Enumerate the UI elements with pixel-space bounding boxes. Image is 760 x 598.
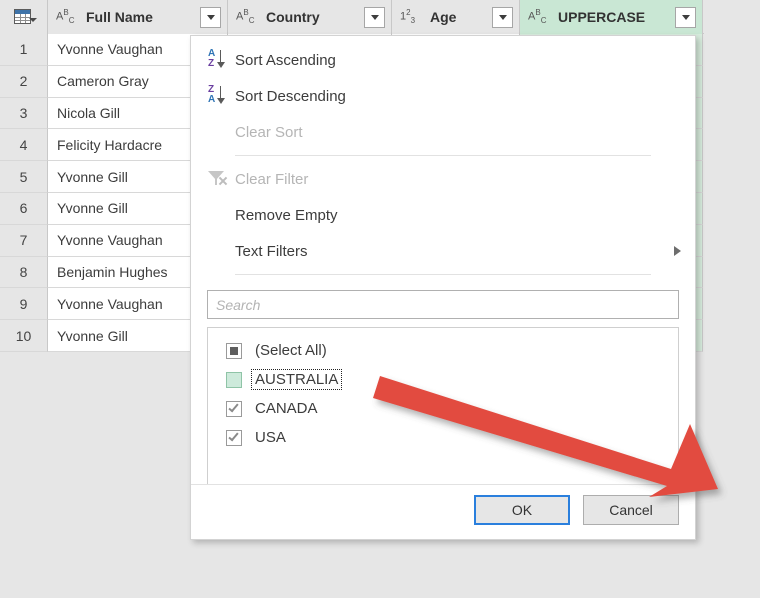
menu-item-clear-filter: Clear Filter [191, 161, 695, 197]
menu-item-label: Clear Filter [235, 170, 309, 188]
value-item-label: USA [255, 429, 286, 446]
checkbox-indeterminate-icon[interactable] [226, 342, 242, 359]
checkbox-unchecked-icon[interactable] [226, 371, 242, 388]
column-header-label: Country [266, 9, 320, 25]
row-number: 8 [0, 256, 48, 289]
clear-filter-icon [201, 168, 235, 190]
row-number: 4 [0, 129, 48, 162]
chevron-right-icon [674, 246, 681, 256]
text-type-icon: ABC [528, 8, 547, 25]
column-header-label: Full Name [86, 9, 153, 25]
menu-item-remove-empty[interactable]: Remove Empty [191, 197, 695, 233]
column-header-full-name[interactable]: ABC Full Name [48, 0, 228, 34]
filter-dropdown-button-uppercase[interactable] [675, 6, 696, 28]
sort-descending-icon: ZA [201, 84, 235, 108]
chevron-down-icon [206, 14, 215, 20]
text-type-icon: ABC [236, 8, 255, 25]
row-number: 5 [0, 161, 48, 193]
app-root: ABC Full Name ABC Country 123 Age ABC UP… [0, 0, 760, 598]
checkbox-checked-icon[interactable] [226, 429, 242, 446]
menu-item-sort-descending[interactable]: ZA Sort Descending [191, 78, 695, 114]
menu-separator [235, 274, 651, 275]
ok-button[interactable]: OK [474, 495, 570, 525]
column-header-uppercase[interactable]: ABC UPPERCASE [520, 0, 703, 34]
chevron-down-icon [681, 14, 690, 20]
dialog-buttons: OK Cancel [474, 495, 679, 525]
value-item-canada[interactable]: CANADA [208, 394, 678, 423]
filter-dropdown-button-country[interactable] [364, 6, 385, 28]
filter-menu: AZ Sort Ascending ZA Sort Descending Cle… [191, 36, 695, 275]
chevron-down-icon [370, 14, 379, 20]
row-number: 9 [0, 288, 48, 321]
search-input[interactable] [207, 290, 679, 319]
row-number: 10 [0, 320, 48, 352]
button-separator [191, 484, 695, 485]
menu-item-label: Remove Empty [235, 206, 338, 224]
menu-item-text-filters[interactable]: Text Filters [191, 233, 695, 269]
text-type-icon: ABC [56, 8, 75, 25]
menu-item-label: Text Filters [235, 242, 308, 260]
row-number: 6 [0, 192, 48, 225]
value-item-select-all[interactable]: (Select All) [208, 336, 678, 365]
column-header-country[interactable]: ABC Country [228, 0, 392, 34]
column-header-age[interactable]: 123 Age [392, 0, 520, 34]
value-item-australia[interactable]: AUSTRALIA [208, 365, 678, 394]
menu-item-label: Sort Descending [235, 87, 346, 105]
value-item-label: (Select All) [255, 342, 327, 359]
table-icon [13, 9, 37, 25]
filter-dropdown-button-age[interactable] [492, 6, 513, 28]
row-number: 1 [0, 34, 48, 66]
value-item-label: AUSTRALIA [250, 369, 343, 390]
search-container [191, 280, 695, 319]
grid-corner-button[interactable] [0, 0, 48, 34]
column-header-label: Age [430, 9, 457, 25]
value-item-label: CANADA [255, 400, 318, 417]
checkbox-checked-icon[interactable] [226, 400, 242, 417]
row-number: 7 [0, 224, 48, 257]
menu-item-clear-sort: Clear Sort [191, 114, 695, 150]
sort-ascending-icon: AZ [201, 48, 235, 72]
value-item-usa[interactable]: USA [208, 423, 678, 452]
filter-dropdown-panel: AZ Sort Ascending ZA Sort Descending Cle… [190, 35, 696, 540]
cancel-button[interactable]: Cancel [583, 495, 679, 525]
column-header-label: UPPERCASE [558, 9, 646, 25]
row-number: 3 [0, 97, 48, 130]
menu-item-label: Sort Ascending [235, 51, 336, 69]
row-number: 2 [0, 65, 48, 98]
menu-separator [235, 155, 651, 156]
number-type-icon: 123 [400, 8, 416, 25]
menu-item-label: Clear Sort [235, 123, 303, 141]
value-list-container: (Select All) AUSTRALIA CANADA USA [191, 319, 695, 485]
filter-dropdown-button-full-name[interactable] [200, 6, 221, 28]
chevron-down-icon [498, 14, 507, 20]
value-checkbox-list[interactable]: (Select All) AUSTRALIA CANADA USA [207, 327, 679, 485]
menu-item-sort-ascending[interactable]: AZ Sort Ascending [191, 42, 695, 78]
grid-header-row: ABC Full Name ABC Country 123 Age ABC UP… [0, 0, 704, 34]
